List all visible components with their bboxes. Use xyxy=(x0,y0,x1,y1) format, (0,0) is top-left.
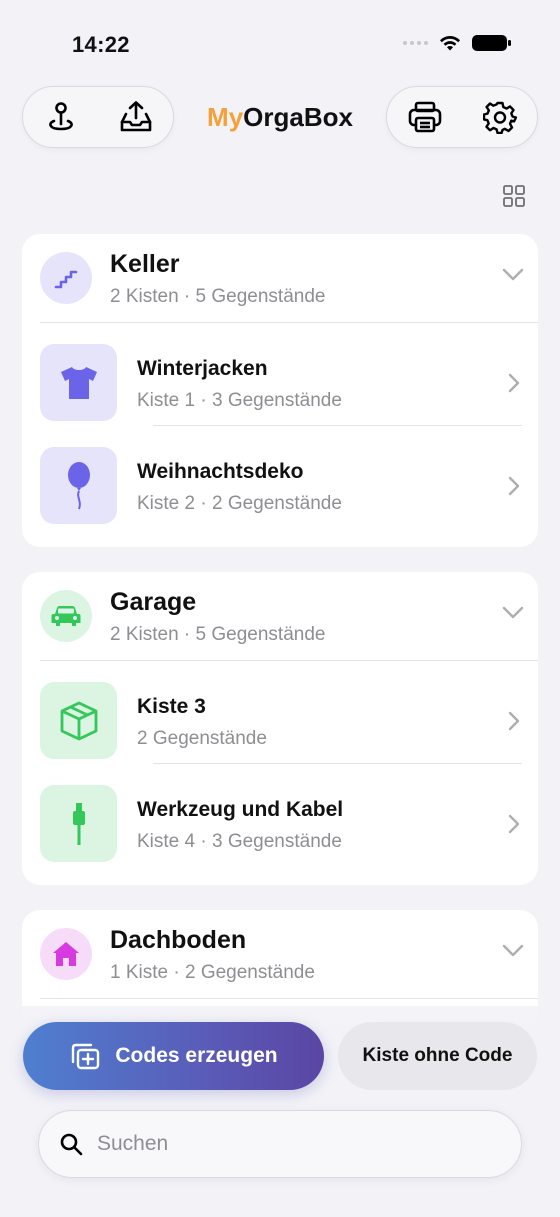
balloon-icon xyxy=(67,461,90,509)
box-name: Werkzeug und Kabel xyxy=(137,798,344,821)
chevron-down-icon[interactable] xyxy=(502,944,524,958)
gear-icon xyxy=(482,101,517,134)
box-summary: Kiste 1 · 3 Gegenstände xyxy=(137,390,342,411)
app-header: MyOrgaBox xyxy=(22,86,538,150)
box-summary: Kiste 2 · 2 Gegenstände xyxy=(137,493,342,514)
header-right-group xyxy=(386,86,538,148)
location-summary: 2 Kisten · 5 Gegenstände xyxy=(110,624,326,645)
location-header[interactable]: Dachboden 1 Kiste · 2 Gegenstände xyxy=(22,910,538,998)
printer-icon xyxy=(408,101,441,133)
location-summary: 2 Kisten · 5 Gegenstände xyxy=(110,286,326,307)
box-summary: Kiste 4 · 3 Gegenstände xyxy=(137,831,342,852)
location-icon-badge xyxy=(40,928,92,980)
chevron-right-icon xyxy=(508,814,520,834)
cellular-signal-icon xyxy=(403,41,428,45)
car-icon xyxy=(51,606,81,626)
settings-button[interactable] xyxy=(476,93,524,141)
box-row[interactable]: Winterjacken Kiste 1 · 3 Gegenstände xyxy=(22,323,538,426)
generate-codes-label: Codes erzeugen xyxy=(115,1044,278,1067)
location-icon-badge xyxy=(40,590,92,642)
box-without-code-label: Kiste ohne Code xyxy=(362,1045,513,1066)
box-name: Kiste 3 xyxy=(137,695,206,718)
box-name: Weihnachtsdeko xyxy=(137,460,304,483)
status-time: 14:22 xyxy=(72,32,130,57)
location-name: Dachboden xyxy=(110,926,247,954)
cable-icon xyxy=(72,802,85,845)
box-thumbnail xyxy=(40,785,117,862)
tshirt-icon xyxy=(60,366,97,399)
box-summary: 2 Gegenstände xyxy=(137,728,267,749)
box-icon xyxy=(60,701,97,740)
search-icon xyxy=(60,1133,83,1156)
search-bar[interactable] xyxy=(38,1110,522,1178)
location-name: Garage xyxy=(110,588,197,616)
battery-icon xyxy=(472,35,511,51)
location-icon-badge xyxy=(40,252,92,304)
status-indicators xyxy=(403,34,512,52)
box-name: Winterjacken xyxy=(137,357,268,380)
grid-view-toggle[interactable] xyxy=(502,184,526,208)
stairs-icon xyxy=(54,270,78,289)
chevron-down-icon[interactable] xyxy=(502,268,524,282)
chevron-right-icon xyxy=(508,373,520,393)
location-card-keller: Keller 2 Kisten · 5 Gegenstände Winterja… xyxy=(22,234,538,547)
search-input[interactable] xyxy=(97,1132,457,1156)
chevron-right-icon xyxy=(508,711,520,731)
location-header[interactable]: Garage 2 Kisten · 5 Gegenstände xyxy=(22,572,538,660)
location-summary: 1 Kiste · 2 Gegenstände xyxy=(110,962,315,983)
divider xyxy=(40,998,538,999)
app-title-rest: OrgaBox xyxy=(243,102,353,132)
grid-icon xyxy=(503,185,525,207)
print-button[interactable] xyxy=(401,93,449,141)
chevron-right-icon xyxy=(508,476,520,496)
location-name: Keller xyxy=(110,250,180,278)
app-title-accent: My xyxy=(207,102,244,132)
location-header[interactable]: Keller 2 Kisten · 5 Gegenstände xyxy=(22,234,538,322)
wifi-icon xyxy=(440,35,460,51)
box-row[interactable]: Werkzeug und Kabel Kiste 4 · 3 Gegenstän… xyxy=(22,764,538,867)
box-thumbnail xyxy=(40,344,117,421)
box-without-code-button[interactable]: Kiste ohne Code xyxy=(338,1022,537,1090)
chevron-down-icon[interactable] xyxy=(502,606,524,620)
status-bar: 14:22 xyxy=(0,0,560,90)
generate-codes-button[interactable]: Codes erzeugen xyxy=(23,1022,324,1090)
box-thumbnail xyxy=(40,447,117,524)
house-icon xyxy=(53,942,79,966)
box-row[interactable]: Weihnachtsdeko Kiste 2 · 2 Gegenstände xyxy=(22,426,538,529)
add-square-stack-icon xyxy=(72,1043,100,1070)
box-row[interactable]: Kiste 3 2 Gegenstände xyxy=(22,661,538,764)
location-card-garage: Garage 2 Kisten · 5 Gegenstände Kiste 3 … xyxy=(22,572,538,885)
box-thumbnail xyxy=(40,682,117,759)
